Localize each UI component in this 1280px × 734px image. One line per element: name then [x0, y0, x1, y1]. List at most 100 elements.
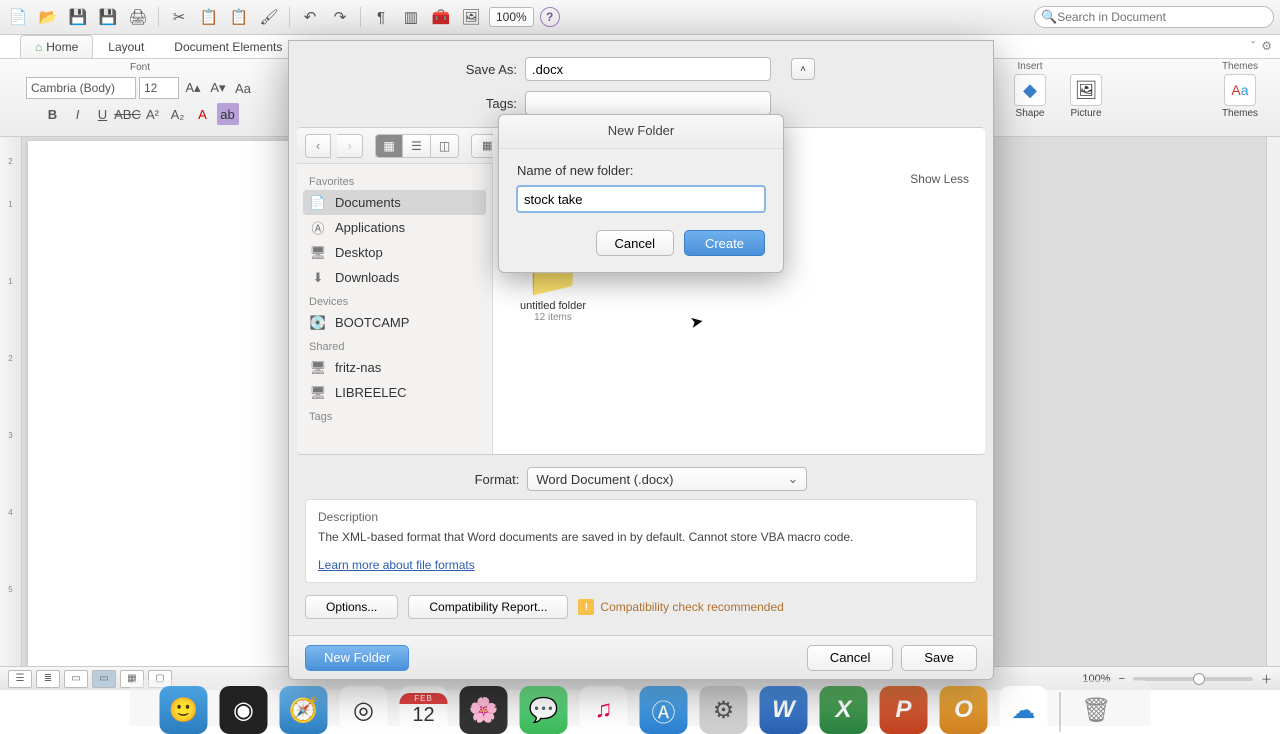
- font-color-button[interactable]: A: [192, 103, 214, 125]
- shrink-font-icon[interactable]: A▾: [207, 77, 229, 99]
- sidebar-item-desktop[interactable]: 🖥Desktop: [297, 240, 492, 265]
- dock-outlook-icon[interactable]: O: [940, 686, 988, 734]
- dock-calendar-icon[interactable]: FEB12: [400, 686, 448, 734]
- browser-sidebar: Favorites 📄Documents ⒶApplications 🖥Desk…: [297, 128, 493, 454]
- open-icon[interactable]: 📂: [36, 5, 60, 29]
- compatibility-report-button[interactable]: Compatibility Report...: [408, 595, 568, 619]
- learn-more-link[interactable]: Learn more about file formats: [318, 558, 475, 572]
- new-folder-cancel-button[interactable]: Cancel: [596, 230, 674, 256]
- cut-icon[interactable]: ✂: [167, 5, 191, 29]
- search-document[interactable]: 🔍: [1034, 6, 1274, 28]
- tags-input[interactable]: [525, 91, 771, 115]
- dock-messages-icon[interactable]: 💬: [520, 686, 568, 734]
- underline-button[interactable]: U: [92, 103, 114, 125]
- new-folder-button[interactable]: New Folder: [305, 645, 409, 671]
- dock-appstore-icon[interactable]: Ⓐ: [640, 686, 688, 734]
- sidebar-item-libreelec[interactable]: 🖥LIBREELEC: [297, 380, 492, 405]
- toolbox-icon[interactable]: 🧰: [429, 5, 453, 29]
- format-painter-icon[interactable]: 🖌: [257, 5, 281, 29]
- sidebar-item-applications[interactable]: Ⓐ Applications: [297, 215, 492, 240]
- dock-safari-icon[interactable]: 🧭: [280, 686, 328, 734]
- sidebar-label: LIBREELEC: [335, 385, 407, 400]
- bold-button[interactable]: B: [42, 103, 64, 125]
- sidebar-item-bootcamp[interactable]: 💽BOOTCAMP: [297, 310, 492, 335]
- tab-document-elements[interactable]: Document Elements: [159, 35, 297, 58]
- dock-trash-icon[interactable]: 🗑: [1073, 686, 1121, 734]
- dock-settings-icon[interactable]: ⚙: [700, 686, 748, 734]
- dock-powerpoint-icon[interactable]: P: [880, 686, 928, 734]
- themes-button[interactable]: AaThemes: [1216, 74, 1264, 119]
- tab-layout[interactable]: Layout: [93, 35, 159, 58]
- pilcrow-icon[interactable]: ¶: [369, 5, 393, 29]
- sidebar-item-documents[interactable]: 📄Documents: [303, 190, 486, 215]
- new-doc-icon[interactable]: 📄: [6, 5, 30, 29]
- format-section: Format: Word Document (.docx) ⌄ Descript…: [305, 467, 977, 583]
- dock-music-icon[interactable]: ♫: [580, 686, 628, 734]
- superscript-button[interactable]: A²: [142, 103, 164, 125]
- themes-icon: Aa: [1224, 74, 1256, 106]
- chevron-down-icon[interactable]: ˇ: [1251, 39, 1255, 53]
- print-icon[interactable]: 🖨: [126, 5, 150, 29]
- nav-back-button[interactable]: ‹: [305, 134, 331, 158]
- help-icon[interactable]: ?: [540, 7, 560, 27]
- page: [28, 141, 288, 666]
- grow-font-icon[interactable]: A▴: [182, 77, 204, 99]
- font-name-select[interactable]: Cambria (Body): [26, 77, 136, 99]
- downloads-icon: ⬇: [309, 271, 327, 285]
- save-as-input[interactable]: [525, 57, 771, 81]
- paste-icon[interactable]: 📋: [227, 5, 251, 29]
- applications-icon: Ⓐ: [309, 221, 327, 235]
- highlight-button[interactable]: ab: [217, 103, 239, 125]
- dock-onedrive-icon[interactable]: ☁: [1000, 686, 1048, 734]
- cancel-button[interactable]: Cancel: [807, 645, 893, 671]
- save-as-icon[interactable]: 💾: [96, 5, 120, 29]
- strikethrough-button[interactable]: ABC: [117, 103, 139, 125]
- font-size-select[interactable]: 12: [139, 77, 179, 99]
- gear-icon[interactable]: ⚙: [1261, 39, 1272, 53]
- subscript-button[interactable]: A₂: [167, 103, 189, 125]
- view-normal-icon[interactable]: ☰: [8, 670, 32, 688]
- sidebar-item-fritz-nas[interactable]: 🖥fritz-nas: [297, 355, 492, 380]
- tab-home[interactable]: ⌂ Home: [20, 35, 93, 58]
- dock-siri-icon[interactable]: ◉: [220, 686, 268, 734]
- dock-chrome-icon[interactable]: ◎: [340, 686, 388, 734]
- view-print-icon[interactable]: ▭: [64, 670, 88, 688]
- show-less-button[interactable]: Show Less: [910, 172, 969, 186]
- sidebar-label: Applications: [335, 220, 405, 235]
- sidebar-icon[interactable]: ▥: [399, 5, 423, 29]
- zoom-select[interactable]: 100%: [489, 7, 534, 27]
- collapse-button[interactable]: ˄: [791, 58, 815, 80]
- gallery-icon[interactable]: 🖼: [459, 5, 483, 29]
- dock-finder-icon[interactable]: 🙂: [160, 686, 208, 734]
- save-icon[interactable]: 💾: [66, 5, 90, 29]
- insert-picture[interactable]: 🖼Picture: [1062, 74, 1110, 119]
- dock-word-icon[interactable]: W: [760, 686, 808, 734]
- clear-format-icon[interactable]: Aa: [232, 77, 254, 99]
- copy-icon[interactable]: 📋: [197, 5, 221, 29]
- view-icons-button[interactable]: ▦: [375, 134, 403, 158]
- redo-icon[interactable]: ↷: [328, 5, 352, 29]
- search-document-input[interactable]: [1057, 10, 1267, 24]
- options-button[interactable]: Options...: [305, 595, 398, 619]
- new-folder-name-input[interactable]: [517, 186, 765, 212]
- undo-icon[interactable]: ↶: [298, 5, 322, 29]
- italic-button[interactable]: I: [67, 103, 89, 125]
- zoom-slider[interactable]: [1133, 677, 1253, 681]
- dock-excel-icon[interactable]: X: [820, 686, 868, 734]
- zoom-in-icon[interactable]: ＋: [1261, 671, 1272, 687]
- new-folder-create-button[interactable]: Create: [684, 230, 765, 256]
- vertical-scrollbar[interactable]: [1266, 137, 1280, 670]
- sidebar-label: Desktop: [335, 245, 383, 260]
- format-select[interactable]: Word Document (.docx) ⌄: [527, 467, 807, 491]
- dock-photos-icon[interactable]: 🌸: [460, 686, 508, 734]
- view-outline-icon[interactable]: ≣: [36, 670, 60, 688]
- view-columns-button[interactable]: ◫: [431, 134, 459, 158]
- view-publish-icon[interactable]: ▭: [92, 670, 116, 688]
- nav-forward-button[interactable]: ›: [337, 134, 363, 158]
- insert-shape[interactable]: ◆Shape: [1006, 74, 1054, 119]
- home-icon: ⌂: [35, 40, 42, 54]
- sidebar-item-downloads[interactable]: ⬇Downloads: [297, 265, 492, 290]
- view-list-button[interactable]: ☰: [403, 134, 431, 158]
- tab-home-label: Home: [46, 40, 78, 54]
- save-button[interactable]: Save: [901, 645, 977, 671]
